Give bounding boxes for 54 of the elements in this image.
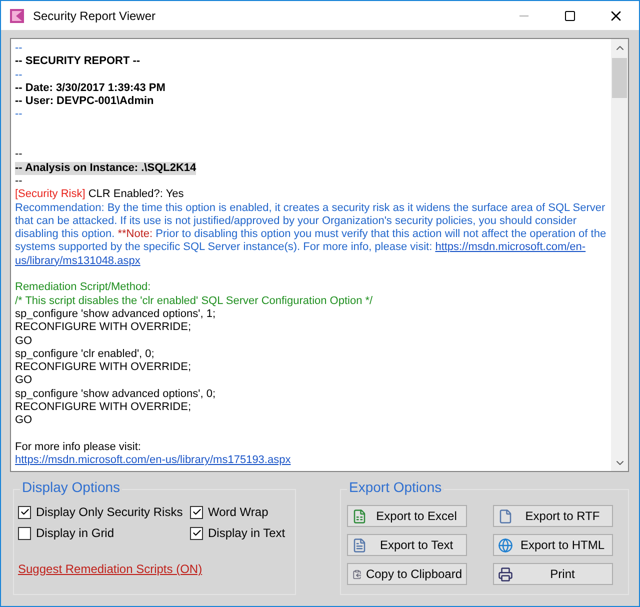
- report-line: --: [15, 148, 24, 162]
- report-line: -- Date: 3/30/2017 1:39:43 PM: [15, 82, 166, 96]
- report-line: --: [15, 174, 24, 188]
- scrollbar[interactable]: [611, 39, 628, 471]
- print-icon: [498, 566, 514, 582]
- checkbox-label: Display in Grid: [36, 526, 114, 540]
- group-title: Display Options: [20, 479, 122, 495]
- report-line: RECONFIGURE WITH OVERRIDE;: [15, 401, 192, 414]
- document-icon: [352, 538, 368, 552]
- checkbox[interactable]: Word Wrap: [190, 505, 290, 519]
- export-button[interactable]: Export to Excel: [347, 505, 468, 527]
- window-title: Security Report Viewer: [33, 8, 156, 22]
- scrollbar-thumb[interactable]: [612, 58, 627, 98]
- link[interactable]: Suggest Remediation Scripts (ON): [18, 562, 202, 576]
- report-line: sp_configure 'clr enabled', 0;: [15, 348, 156, 362]
- spreadsheet-icon: [352, 508, 368, 524]
- checkbox[interactable]: Display in Text: [190, 526, 290, 540]
- report-line: --: [15, 42, 24, 56]
- link[interactable]: https://msdn.microsoft.com/en-: [435, 241, 586, 254]
- report-line: GO: [15, 414, 34, 428]
- report-line: --: [15, 108, 24, 122]
- checkbox-label: Display in Text: [208, 526, 286, 540]
- checkbox-icon[interactable]: [18, 506, 31, 518]
- report-line: sp_configure 'show advanced options', 1;: [15, 308, 216, 322]
- report-line: -- User: DEVPC-001\Admin: [15, 95, 155, 108]
- report-line: GO: [15, 374, 34, 388]
- report-line: -- SECURITY REPORT --: [15, 55, 142, 69]
- globe-icon: [498, 538, 514, 552]
- export-button[interactable]: Export to Text: [347, 534, 468, 556]
- report-text-area[interactable]: [10, 38, 629, 472]
- checkbox[interactable]: Display in Grid: [18, 526, 190, 540]
- maximize-icon[interactable]: [564, 10, 576, 22]
- report-line: /* This script disables the 'clr enabled' SQL Server Configuration Option */: [15, 294, 374, 308]
- report-line: RECONFIGURE WITH OVERRIDE;: [15, 361, 192, 374]
- report-line: --: [15, 68, 24, 82]
- group-title: Export Options: [347, 479, 444, 495]
- export-button[interactable]: Copy to Clipboard: [347, 563, 468, 585]
- document-icon: [498, 508, 514, 524]
- link[interactable]: https://msdn.microsoft.com/en-us/library/ms175193.aspx: [15, 454, 291, 466]
- checkbox-icon[interactable]: [18, 526, 31, 540]
- app-icon: [9, 8, 25, 24]
- export-button[interactable]: Export to HTML: [493, 534, 614, 556]
- checkbox-label: Word Wrap: [208, 505, 268, 519]
- report-line: sp_configure 'show advanced options', 0;: [15, 388, 216, 402]
- checkbox-icon[interactable]: [190, 526, 203, 540]
- report-line: GO: [15, 334, 34, 348]
- export-button[interactable]: Export to RTF: [493, 505, 614, 527]
- export-button[interactable]: Print: [493, 563, 614, 585]
- report-line: [Security Risk] CLR Enabled?: Yes: [15, 188, 185, 202]
- report-line: RECONFIGURE WITH OVERRIDE;: [15, 321, 192, 335]
- report-line: For more info please visit:: [15, 440, 142, 454]
- link[interactable]: us/library/ms131048.aspx: [15, 254, 140, 267]
- checkbox-icon[interactable]: [190, 506, 203, 518]
- report-line: Remediation Script/Method:: [15, 281, 152, 295]
